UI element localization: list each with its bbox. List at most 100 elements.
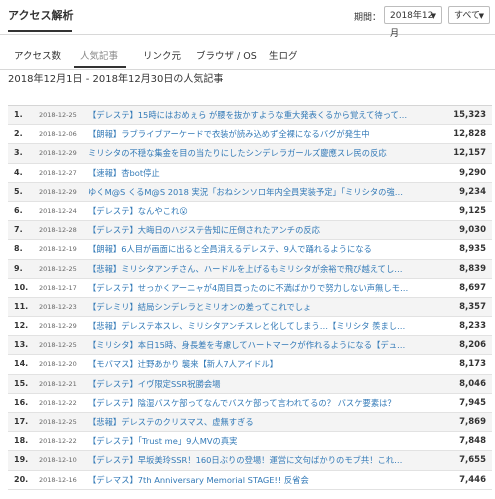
article-date: 2018-12-20 — [39, 360, 77, 369]
table-row: 12. 2018-12-29 【悲報】デレステ本スレ、ミリシタアンチスレと化してしま… — [8, 317, 492, 337]
article-title-link[interactable]: 【デレステ】イヴ限定SSR祝勝会場 — [88, 375, 410, 393]
tab-bar: アクセス数 人気記事 リンク元 ブラウザ / OS 生ログ — [0, 39, 495, 70]
rank-number: 4. — [14, 167, 23, 177]
article-date: 2018-12-19 — [39, 245, 77, 254]
article-date: 2018-12-06 — [39, 130, 77, 139]
rank-number: 2. — [14, 129, 23, 139]
view-count: 8,206 — [459, 340, 486, 351]
view-count: 7,655 — [459, 455, 486, 466]
article-date: 2018-12-29 — [39, 322, 77, 331]
view-count: 7,945 — [459, 397, 486, 408]
rank-number: 9. — [14, 263, 23, 273]
article-date: 2018-12-22 — [39, 398, 77, 407]
article-title-link[interactable]: 【ミリシタ】本日15時、身長差を考慮してハートマークが作れるようになる【デュオラ… — [88, 336, 410, 354]
view-count: 9,030 — [459, 225, 486, 236]
view-count: 7,869 — [459, 417, 486, 427]
rank-number: 12. — [14, 321, 29, 331]
tab-access-count[interactable]: アクセス数 — [14, 48, 61, 62]
table-row: 18. 2018-12-22 【デレステ】「Trust me」9人MVの真実 7,84… — [8, 432, 492, 452]
article-date: 2018-12-25 — [39, 111, 77, 119]
article-title-link[interactable]: 【デレステ】「Trust me」9人MVの真実 — [88, 432, 410, 450]
table-row: 16. 2018-12-22 【デレステ】陰湿バスケ部ってなんでバスケ部って言われて… — [8, 394, 492, 413]
article-title-link[interactable]: 【デレステ】早坂美玲SSR！160日ぶりの登場！運営に文句ばかりのモブ共！これが… — [88, 451, 410, 469]
rank-number: 18. — [14, 436, 29, 446]
page-title: アクセス解析 — [8, 9, 74, 22]
article-date: 2018-12-17 — [39, 283, 77, 292]
tab-popular-articles[interactable]: 人気記事 — [80, 48, 118, 62]
rank-number: 10. — [14, 282, 29, 292]
article-date: 2018-12-10 — [39, 456, 77, 465]
top-bar: アクセス解析 期間： 2018年12月 ▼ すべて ▼ — [0, 0, 495, 39]
rank-number: 8. — [14, 244, 23, 254]
table-row: 20. 2018-12-16 【デレマス】7th Anniversary Memor… — [8, 471, 492, 490]
title-underline — [8, 30, 72, 32]
rank-number: 14. — [14, 359, 29, 369]
table-row: 2. 2018-12-06 【朗報】ラブライブアーケードで衣装が読み込めず全裸になる… — [8, 125, 492, 145]
tab-referrers[interactable]: リンク元 — [143, 48, 181, 62]
rank-number: 13. — [14, 340, 29, 350]
article-date: 2018-12-16 — [39, 475, 77, 484]
active-tab-underline — [74, 66, 126, 68]
article-title-link[interactable]: 【速報】杏bot停止 — [88, 164, 410, 182]
article-title-link[interactable]: 【デレミリ】結局シンデレラとミリオンの差ってこれでしょ — [88, 298, 410, 316]
view-count: 9,290 — [459, 167, 486, 178]
view-count: 8,357 — [459, 301, 486, 312]
article-title-link[interactable]: 【悲報】デレステのクリスマス、虚無すぎる — [88, 413, 410, 431]
article-title-link[interactable]: ゆくM@S くるM@S 2018 実況「おねシンソロ年内全員実装予定」「ミリシタ… — [88, 183, 410, 201]
article-date: 2018-12-21 — [39, 379, 77, 388]
article-title-link[interactable]: 【デレステ】15時にはおめぇら が腰を抜かすような重大発表くるから覚えて待ってろ… — [88, 106, 410, 124]
view-count: 9,234 — [459, 186, 486, 197]
table-row: 6. 2018-12-24 【デレステ】なんやこれ😮 9,125 — [8, 202, 492, 222]
period-select[interactable]: 2018年12月 ▼ — [384, 6, 442, 39]
article-title-link[interactable]: 【朗報】6人目が画面に出ると全員消えるデレステ、9人で踊れるようになる — [88, 240, 410, 258]
period-select-value: 2018年12月 — [390, 11, 434, 39]
article-title-link[interactable]: 【デレステ】せっかくアーニャが4周目買ったのに不満ばかりで努力しない声無しモブ担… — [88, 279, 410, 297]
rank-number: 1. — [14, 110, 23, 119]
rank-number: 5. — [14, 186, 23, 196]
article-date: 2018-12-24 — [39, 206, 77, 215]
article-title-link[interactable]: 【モバマス】辻野あかり 襲来【新人7人アイドル】 — [88, 355, 410, 373]
article-date: 2018-12-25 — [39, 341, 77, 350]
view-count: 12,828 — [453, 129, 486, 140]
article-date: 2018-12-23 — [39, 302, 77, 311]
ranking-table: 1. 2018-12-25 【デレステ】15時にはおめぇら が腰を抜かすような重大発… — [8, 105, 492, 490]
chevron-down-icon: ▼ — [430, 12, 436, 20]
rank-number: 15. — [14, 378, 29, 388]
view-count: 12,157 — [453, 148, 486, 159]
article-title-link[interactable]: 【デレステ】なんやこれ😮 — [88, 202, 410, 220]
table-row: 9. 2018-12-25 【悲報】ミリシタアンチさん、ハードルを上げるもミリシタが… — [8, 259, 492, 279]
chevron-down-icon: ▼ — [478, 12, 484, 20]
article-title-link[interactable]: 【朗報】ラブライブアーケードで衣装が読み込めず全裸になるバグが発生中 — [88, 125, 410, 143]
article-title-link[interactable]: 【デレステ】大晦日のハジステ告知に圧倒されたアンチの反応 — [88, 221, 410, 239]
article-title-link[interactable]: 【悲報】デレステ本スレ、ミリシタアンチスレと化してしまう…【ミリシタ 羨ましい】 — [88, 317, 410, 335]
article-date: 2018-12-25 — [39, 418, 77, 426]
table-row: 1. 2018-12-25 【デレステ】15時にはおめぇら が腰を抜かすような重大発… — [8, 106, 492, 126]
view-count: 7,446 — [459, 474, 486, 485]
view-count: 8,935 — [459, 244, 486, 255]
tab-raw-log[interactable]: 生ログ — [269, 48, 298, 62]
table-row: 14. 2018-12-20 【モバマス】辻野あかり 襲来【新人7人アイドル】 8,1… — [8, 355, 492, 375]
view-count: 8,046 — [459, 378, 486, 389]
view-count: 8,233 — [459, 321, 486, 332]
view-count: 7,848 — [459, 436, 486, 447]
tab-browser-os[interactable]: ブラウザ / OS — [196, 48, 257, 62]
rank-number: 11. — [14, 301, 29, 311]
period-label: 期間： — [354, 13, 382, 23]
filter-select-value: すべて — [454, 11, 481, 21]
table-row: 8. 2018-12-19 【朗報】6人目が画面に出ると全員消えるデレステ、9人で踊… — [8, 240, 492, 260]
rank-number: 6. — [14, 205, 23, 215]
table-row: 17. 2018-12-25 【悲報】デレステのクリスマス、虚無すぎる 7,869 — [8, 413, 492, 433]
rank-number: 17. — [14, 417, 29, 426]
article-title-link[interactable]: ミリシタの不穏な集金を目の当たりにしたシンデレラガールズ慶應スレ民の反応 — [88, 144, 410, 162]
filter-select[interactable]: すべて ▼ — [448, 6, 490, 24]
view-count: 8,173 — [459, 359, 486, 370]
view-count: 15,323 — [453, 110, 486, 120]
article-title-link[interactable]: 【悲報】ミリシタアンチさん、ハードルを上げるもミリシタが余裕で飛び越えてしまい目… — [88, 260, 410, 278]
article-title-link[interactable]: 【デレステ】陰湿バスケ部ってなんでバスケ部って言われてるの？ バスケ要素は？ — [88, 394, 410, 412]
table-row: 5. 2018-12-29 ゆくM@S くるM@S 2018 実況「おねシンソロ年内… — [8, 182, 492, 202]
article-date: 2018-12-29 — [39, 149, 77, 158]
article-date: 2018-12-28 — [39, 226, 77, 235]
article-title-link[interactable]: 【デレマス】7th Anniversary Memorial STAGE!! 反… — [88, 471, 410, 489]
rank-number: 20. — [14, 474, 29, 484]
table-row: 13. 2018-12-25 【ミリシタ】本日15時、身長差を考慮してハートマークが… — [8, 336, 492, 356]
